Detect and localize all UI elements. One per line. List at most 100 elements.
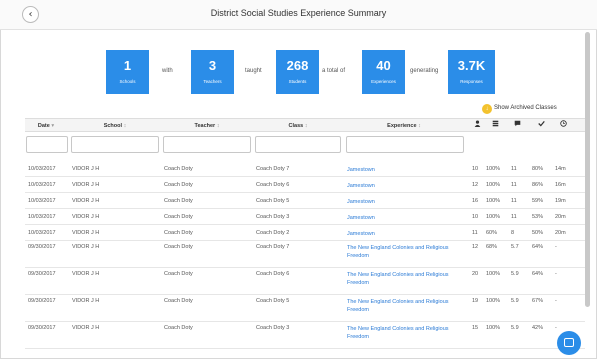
stat-label: Schools [119,79,136,84]
table-row[interactable]: 10/03/2017 VIDOR J H Coach Doty Coach Doty … [25,225,585,241]
cell-pct: 100% [486,166,501,172]
cell-n: 10 [472,214,479,220]
stat-value: 1 [123,58,132,73]
cell-experience[interactable]: The New England Colonies and Religious F… [347,244,465,260]
stat-teachers: 3 Teachers [191,50,234,94]
cell-date: 10/03/2017 [28,198,56,204]
cell-class: Coach Doty 3 [256,214,290,220]
cell-chk: 64% [532,244,544,250]
cell-c: 5.9 [511,325,519,331]
cell-school: VIDOR J H [72,325,100,331]
cell-time: - [555,298,557,304]
cell-school: VIDOR J H [72,214,100,220]
cell-date: 10/03/2017 [28,166,56,172]
cell-experience[interactable]: The New England Colonies and Religious F… [347,325,465,341]
table-header: Date ▾ School ↕ Teacher ↕ Class ↕ Experi… [25,118,585,132]
table-row[interactable]: 09/30/2017 VIDOR J H Coach Doty Coach Doty … [25,268,585,295]
cell-pct: 60% [486,230,498,236]
cell-teacher: Coach Doty [164,182,193,188]
stat-students: 268 Students [276,50,319,94]
cell-class: Coach Doty 7 [256,244,290,250]
cell-time: 16m [555,182,566,188]
cell-teacher: Coach Doty [164,298,193,304]
cell-school: VIDOR J H [72,230,100,236]
list-icon[interactable] [489,119,501,133]
cell-pct: 100% [486,198,501,204]
cell-class: Coach Doty 5 [256,198,290,204]
cell-n: 11 [472,230,478,236]
cell-experience[interactable]: The New England Colonies and Religious F… [347,271,465,287]
cell-date: 10/03/2017 [28,214,56,220]
class-filter-input[interactable] [255,136,341,153]
cell-experience[interactable]: Jamestown [347,230,465,238]
stat-value: 3 [208,58,217,73]
chat-button[interactable] [557,331,581,355]
cell-school: VIDOR J H [72,182,100,188]
table-row[interactable]: 10/03/2017 VIDOR J H Coach Doty Coach Doty … [25,209,585,225]
table-row[interactable]: 09/30/2017 VIDOR J H Coach Doty Coach Doty … [25,295,585,322]
cell-teacher: Coach Doty [164,198,193,204]
stat-value: 268 [286,58,309,73]
stat-value: 3.7K [457,58,486,73]
teacher-filter-input[interactable] [163,136,251,153]
cell-chk: 42% [532,325,544,331]
stat-schools: 1 Schools [106,50,149,94]
date-filter-input[interactable] [26,136,68,153]
column-header-school[interactable]: School ↕ [70,119,160,133]
column-header-teacher[interactable]: Teacher ↕ [162,119,252,133]
cell-c: 5.9 [511,298,519,304]
cell-teacher: Coach Doty [164,230,193,236]
column-header-experience[interactable]: Experience ↕ [345,119,463,133]
cell-experience[interactable]: Jamestown [347,182,465,190]
cell-chk: 53% [532,214,544,220]
cell-time: 20m [555,230,566,236]
experience-filter-input[interactable] [346,136,464,153]
cell-n: 10 [472,166,479,172]
cell-time: 20m [555,214,566,220]
cell-teacher: Coach Doty [164,166,193,172]
cell-experience[interactable]: Jamestown [347,198,465,206]
table-row[interactable]: 10/03/2017 VIDOR J H Coach Doty Coach Doty … [25,161,585,177]
header-bar: ‹ District Social Studies Experience Sum… [0,0,597,30]
cell-experience[interactable]: Jamestown [347,214,465,222]
cell-chk: 80% [532,166,544,172]
cell-teacher: Coach Doty [164,244,193,250]
column-header-class[interactable]: Class ↕ [254,119,342,133]
table-row[interactable]: 10/03/2017 VIDOR J H Coach Doty Coach Doty … [25,177,585,193]
cell-class: Coach Doty 6 [256,271,290,277]
clock-icon[interactable] [557,119,569,133]
school-filter-input[interactable] [71,136,159,153]
cell-c: 11 [511,214,517,220]
cell-date: 09/30/2017 [28,271,56,277]
stat-label: Responses [460,79,483,84]
cell-experience[interactable]: Jamestown [347,166,465,174]
cell-date: 10/03/2017 [28,182,56,188]
cell-time: 14m [555,166,566,172]
cell-class: Coach Doty 7 [256,166,290,172]
cell-school: VIDOR J H [72,166,100,172]
chat-icon [564,338,574,347]
stat-label: Teachers [203,79,222,84]
comment-icon[interactable] [511,119,523,133]
cell-experience[interactable]: The New England Colonies and Religious F… [347,298,465,314]
archive-icon: ↓ [482,104,492,114]
cell-n: 12 [472,244,479,250]
sort-icon: ▾ [51,123,55,129]
column-header-date[interactable]: Date ▾ [25,119,67,133]
cell-chk: 64% [532,271,544,277]
cell-date: 09/30/2017 [28,244,56,250]
cell-pct: 68% [486,244,498,250]
cell-school: VIDOR J H [72,271,100,277]
cell-class: Coach Doty 2 [256,230,290,236]
cell-date: 09/30/2017 [28,298,56,304]
check-icon[interactable] [535,119,547,133]
cell-time: - [555,244,557,250]
table-row[interactable]: 09/30/2017 VIDOR J H Coach Doty Coach Doty … [25,322,585,349]
cell-pct: 100% [486,325,501,331]
stat-responses: 3.7K Responses [448,50,495,94]
filter-row [25,135,585,153]
person-icon[interactable] [471,119,483,133]
cell-school: VIDOR J H [72,244,100,250]
table-row[interactable]: 10/03/2017 VIDOR J H Coach Doty Coach Doty … [25,193,585,209]
table-row[interactable]: 09/30/2017 VIDOR J H Coach Doty Coach Doty … [25,241,585,268]
